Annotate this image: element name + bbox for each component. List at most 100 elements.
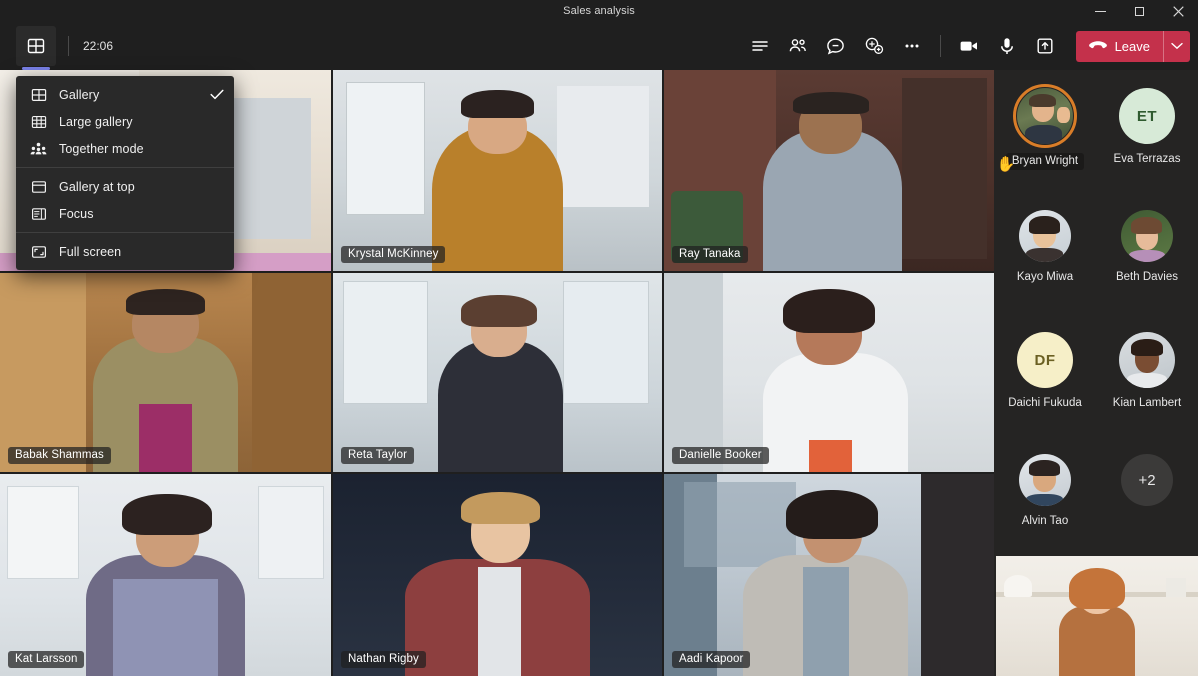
participant-item[interactable]: ✋ Bryan Wright [994, 84, 1096, 210]
title-bar: Sales analysis [0, 0, 1198, 22]
participant-item[interactable]: Beth Davies [1096, 210, 1198, 332]
leave-button[interactable]: Leave [1075, 30, 1190, 62]
video-feed [333, 474, 662, 676]
video-tile[interactable]: Ray Tanaka [664, 70, 994, 273]
menu-item-gallery-at-top[interactable]: Gallery at top [16, 173, 234, 200]
participant-item[interactable]: DF Daichi Fukuda [994, 332, 1096, 454]
gallery-icon [30, 86, 47, 103]
meeting-toolbar: 22:06 Leave [0, 22, 1198, 70]
gallery-row: Babak Shammas Reta Taylor Danielle Booke… [0, 273, 994, 474]
participant-name-label: Danielle Booker [672, 447, 769, 464]
show-participants-icon[interactable] [779, 27, 817, 65]
participant-list: ✋ Bryan Wright ET Eva Terrazas Kayo Miwa [994, 70, 1198, 576]
participant-item[interactable]: ET Eva Terrazas [1096, 88, 1198, 210]
video-feed [664, 474, 994, 676]
menu-item-label: Gallery [59, 87, 100, 102]
maximize-button[interactable] [1120, 0, 1159, 22]
participant-item[interactable]: Kian Lambert [1096, 332, 1198, 454]
overflow-count-badge: +2 [1121, 454, 1173, 506]
window-controls [1081, 0, 1198, 22]
video-feed [333, 70, 662, 271]
layout-dropdown-menu: Gallery Large gallery Together mode Gall… [16, 76, 234, 270]
close-icon [1173, 5, 1184, 17]
teams-meeting-window: Sales analysis 22:06 Leave Krystal McKin… [0, 0, 1198, 676]
participant-name: Alvin Tao [1021, 515, 1069, 527]
avatar [1019, 454, 1071, 506]
raised-hand-icon: ✋ [996, 156, 1016, 173]
toolbar-right-group: Leave [741, 27, 1198, 65]
video-feed [0, 273, 331, 472]
participant-name: Bryan Wright [1005, 153, 1085, 170]
menu-item-together-mode[interactable]: Together mode [16, 135, 234, 162]
participant-name-label: Babak Shammas [8, 447, 111, 464]
video-tile[interactable]: Nathan Rigby [333, 474, 664, 676]
layout-switcher-button[interactable] [16, 26, 56, 70]
participant-name-label: Ray Tanaka [672, 246, 748, 263]
avatar-initials: DF [1017, 332, 1073, 388]
microphone-icon[interactable] [988, 27, 1026, 65]
gallery-row: Kat Larsson Nathan Rigby Aadi Kapoor [0, 474, 994, 676]
minimize-button[interactable] [1081, 0, 1120, 22]
participant-name: Kayo Miwa [1016, 271, 1074, 283]
focus-icon [30, 205, 47, 222]
menu-item-label: Together mode [59, 141, 144, 156]
share-tray-icon[interactable] [1026, 27, 1064, 65]
raise-hand-icon[interactable] [855, 27, 893, 65]
participant-name: Eva Terrazas [1113, 153, 1181, 165]
avatar [1119, 332, 1175, 388]
video-tile[interactable]: Reta Taylor [333, 273, 664, 474]
gallery-grid-icon [27, 38, 45, 54]
video-tile[interactable]: Babak Shammas [0, 273, 333, 474]
overflow-count-text: +2 [1138, 471, 1156, 489]
avatar [1019, 210, 1071, 262]
menu-item-focus[interactable]: Focus [16, 200, 234, 227]
participant-name-label: Aadi Kapoor [672, 651, 751, 668]
menu-item-label: Focus [59, 206, 94, 221]
gallery-at-top-icon [30, 178, 47, 195]
meeting-timer: 22:06 [83, 39, 114, 53]
video-feed [333, 273, 662, 472]
avatar [1121, 210, 1173, 262]
participant-rail: ✋ Bryan Wright ET Eva Terrazas Kayo Miwa [994, 70, 1198, 676]
menu-item-label: Full screen [59, 244, 122, 259]
check-icon [210, 89, 224, 100]
leave-dropdown-button[interactable] [1164, 31, 1190, 62]
participant-name-wrap: ✋ Bryan Wright [997, 144, 1085, 172]
menu-item-label: Gallery at top [59, 179, 135, 194]
toolbar-divider [68, 36, 69, 56]
menu-item-full-screen[interactable]: Full screen [16, 238, 234, 265]
participant-name-label: Krystal McKinney [341, 246, 446, 263]
video-tile[interactable]: Kat Larsson [0, 474, 333, 676]
show-chat-icon[interactable] [817, 27, 855, 65]
avatar-initials-text: DF [1034, 351, 1056, 369]
video-feed [664, 70, 994, 271]
leave-button-main[interactable]: Leave [1076, 31, 1163, 62]
show-conversation-list-icon[interactable] [741, 27, 779, 65]
video-tile[interactable]: Aadi Kapoor [664, 474, 994, 676]
participant-name-label: Reta Taylor [341, 447, 415, 464]
participant-name-label: Kat Larsson [8, 651, 85, 668]
menu-item-label: Large gallery [59, 114, 133, 129]
participant-name: Kian Lambert [1112, 397, 1182, 409]
video-tile[interactable]: Krystal McKinney [333, 70, 664, 273]
toolbar-left-group: 22:06 [0, 26, 114, 70]
close-button[interactable] [1159, 0, 1198, 22]
full-screen-icon [30, 243, 47, 260]
chevron-down-icon [1171, 42, 1183, 50]
menu-item-gallery[interactable]: Gallery [16, 81, 234, 108]
camera-icon[interactable] [950, 27, 988, 65]
leave-button-label: Leave [1114, 38, 1150, 54]
maximize-icon [1135, 6, 1144, 16]
toolbar-divider-2 [939, 35, 941, 57]
more-actions-icon[interactable] [893, 27, 931, 65]
participant-name-label: Nathan Rigby [341, 651, 426, 668]
video-tile[interactable]: Danielle Booker [664, 273, 994, 474]
minimize-icon [1095, 10, 1106, 12]
together-mode-icon [30, 140, 47, 157]
participant-item[interactable]: Kayo Miwa [994, 210, 1096, 332]
hang-up-icon [1088, 41, 1107, 49]
menu-item-large-gallery[interactable]: Large gallery [16, 108, 234, 135]
window-title: Sales analysis [563, 5, 635, 17]
video-feed [664, 273, 994, 472]
self-video-preview[interactable] [996, 556, 1198, 676]
